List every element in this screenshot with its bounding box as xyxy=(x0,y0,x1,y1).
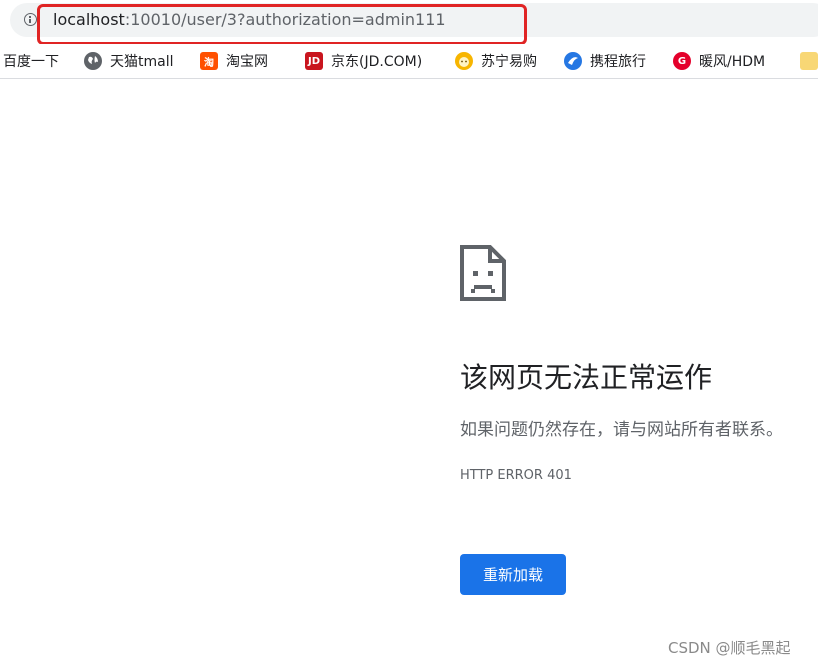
taobao-icon: 淘 xyxy=(200,52,218,70)
bookmark-label: 携程旅行 xyxy=(590,54,646,70)
sad-page-icon xyxy=(460,245,506,301)
bookmark-label: 暖风/HDM xyxy=(699,54,766,70)
browser-toolbar: localhost:10010/user/3?authorization=adm… xyxy=(0,0,818,45)
bookmark-suning[interactable]: 苏宁易购 xyxy=(455,51,537,71)
info-icon[interactable] xyxy=(24,13,37,26)
watermark: CSDN @顺毛黑起 xyxy=(668,639,791,657)
bookmark-taobao[interactable]: 淘 淘宝网 xyxy=(200,51,268,71)
bookmark-label: 苏宁易购 xyxy=(481,54,537,70)
error-description: 如果问题仍然存在，请与网站所有者联系。 xyxy=(460,420,783,440)
globe-icon xyxy=(84,52,102,70)
bookmark-folder[interactable] xyxy=(800,51,818,71)
annotation-highlight-box xyxy=(37,4,527,45)
bookmark-tmall[interactable]: 天猫tmall xyxy=(84,51,174,71)
error-title: 该网页无法正常运作 xyxy=(460,361,713,394)
bookmark-hdm[interactable]: G 暖风/HDM xyxy=(673,51,765,71)
jd-icon: JD xyxy=(305,52,323,70)
hdm-icon: G xyxy=(673,52,691,70)
bookmark-label: 淘宝网 xyxy=(226,54,268,70)
bookmark-baidu[interactable]: 百度一下 xyxy=(3,51,59,71)
bookmark-jd[interactable]: JD 京东(JD.COM) xyxy=(305,51,422,71)
bookmark-ctrip[interactable]: 携程旅行 xyxy=(564,51,646,71)
bookmark-label: 百度一下 xyxy=(3,54,59,70)
bookmarks-bar: 百度一下 天猫tmall 淘 淘宝网 JD 京东(JD.COM) 苏宁易购 携程… xyxy=(0,44,818,79)
ctrip-icon xyxy=(564,52,582,70)
bookmark-label: 天猫tmall xyxy=(110,54,174,70)
bookmark-label: 京东(JD.COM) xyxy=(331,54,423,70)
reload-button[interactable]: 重新加载 xyxy=(460,554,566,595)
suning-icon xyxy=(455,52,473,70)
folder-icon xyxy=(800,52,818,70)
error-code: HTTP ERROR 401 xyxy=(460,468,572,483)
